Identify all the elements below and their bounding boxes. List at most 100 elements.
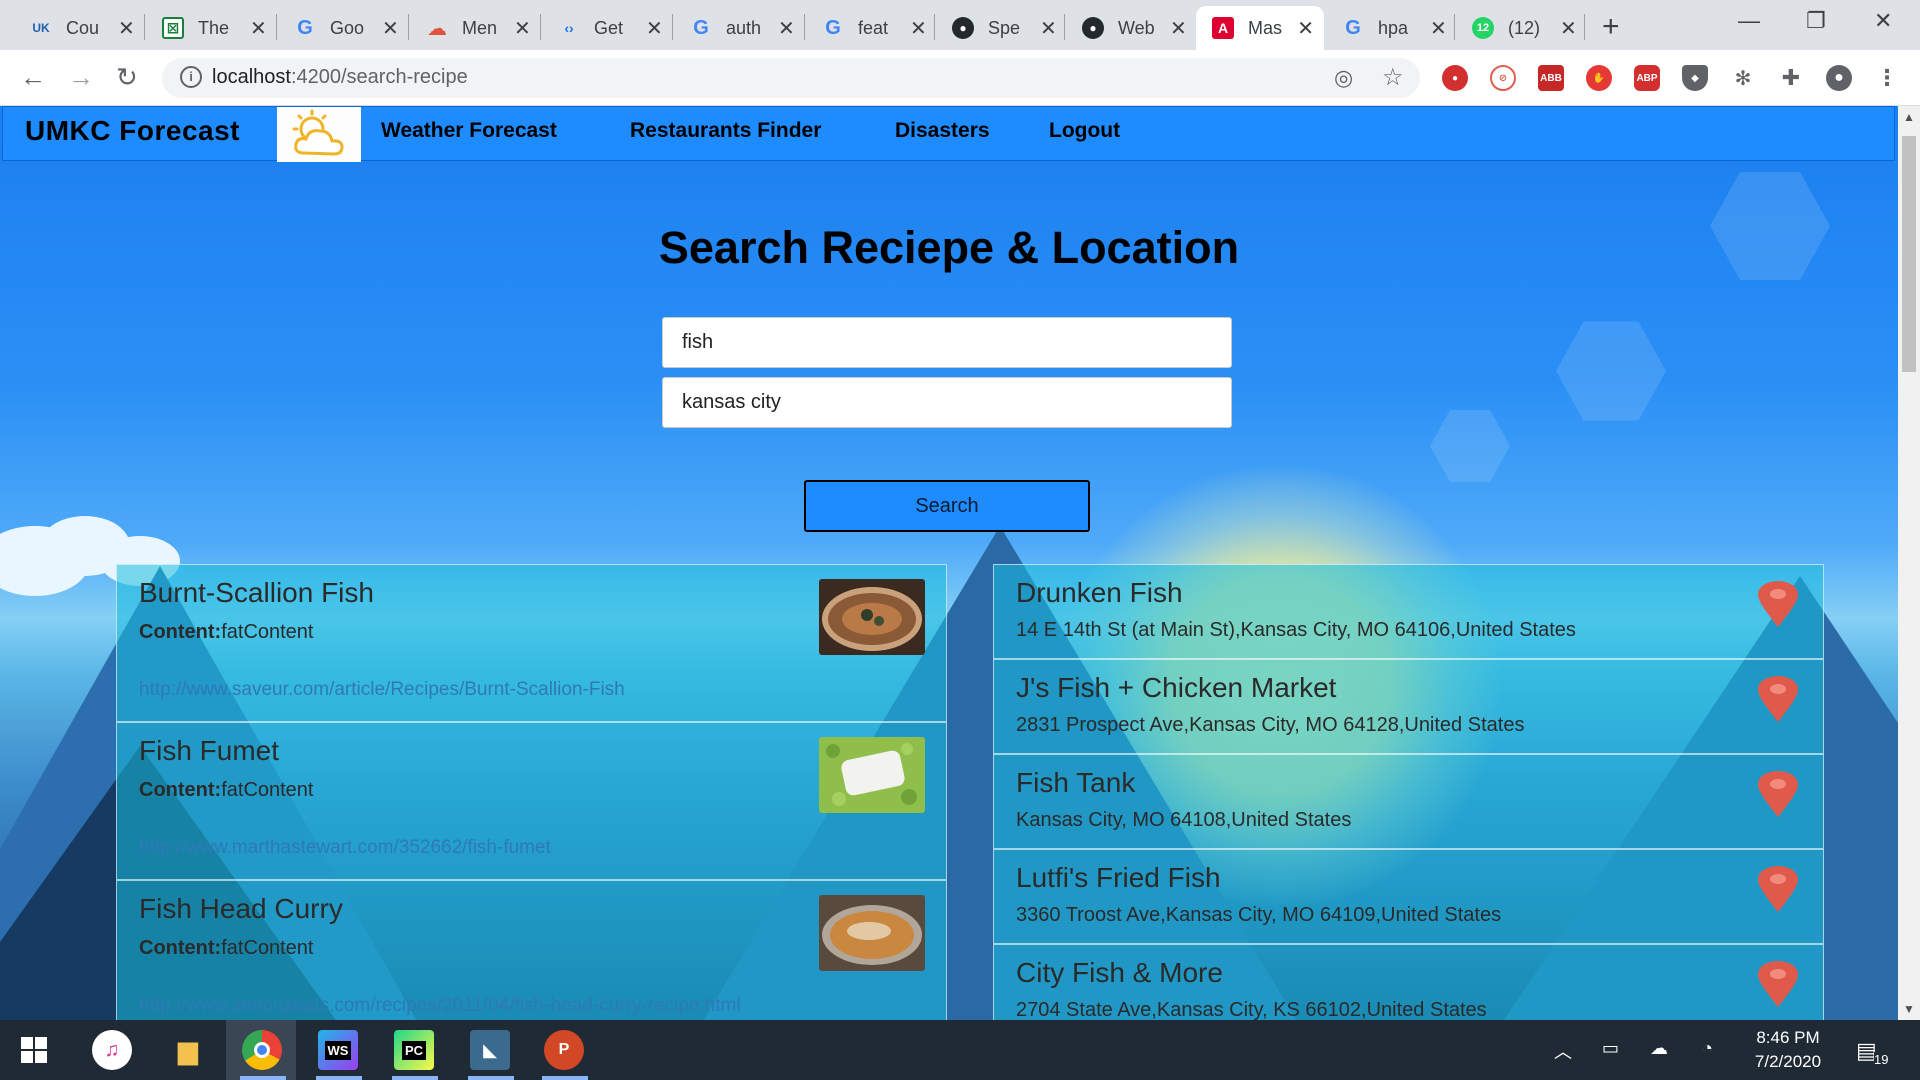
powerpoint-icon[interactable]: P bbox=[544, 1030, 584, 1070]
info-icon[interactable]: i bbox=[180, 66, 202, 88]
recipe-card[interactable]: Fish Fumet Content:fatContent http://www… bbox=[116, 722, 947, 880]
browser-tab-active[interactable]: A Mas ✕ bbox=[1196, 6, 1324, 50]
restore-button[interactable]: ❐ bbox=[1806, 8, 1826, 34]
nav-disasters[interactable]: Disasters bbox=[895, 119, 990, 143]
new-tab-button[interactable]: + bbox=[1602, 10, 1620, 44]
browser-tab[interactable]: G auth ✕ bbox=[674, 6, 805, 50]
map-pin-icon[interactable] bbox=[1756, 674, 1800, 724]
recipe-search-input[interactable]: fish bbox=[662, 317, 1232, 368]
browser-tab[interactable]: ☁ Men ✕ bbox=[410, 6, 541, 50]
whatsapp-icon: 12 bbox=[1472, 17, 1494, 39]
close-window-button[interactable]: ✕ bbox=[1874, 8, 1892, 34]
adblock-icon[interactable]: ABB bbox=[1538, 65, 1564, 91]
map-pin-icon[interactable] bbox=[1756, 864, 1800, 914]
bug-icon[interactable]: ✻ bbox=[1730, 65, 1756, 91]
close-icon[interactable]: ✕ bbox=[1170, 16, 1187, 41]
browser-tab[interactable]: UK Cou ✕ bbox=[14, 6, 145, 50]
scroll-up-arrow-icon[interactable]: ▲ bbox=[1903, 110, 1915, 124]
page-title: Search Reciepe & Location bbox=[658, 222, 1240, 273]
close-icon[interactable]: ✕ bbox=[1430, 16, 1447, 41]
hexagon-decoration bbox=[1556, 321, 1666, 421]
place-name: City Fish & More bbox=[1016, 957, 1223, 988]
place-card[interactable]: Fish Tank Kansas City, MO 64108,United S… bbox=[993, 754, 1824, 849]
map-pin-icon[interactable] bbox=[1756, 959, 1800, 1009]
recipe-card[interactable]: Fish Head Curry Content:fatContent http:… bbox=[116, 880, 947, 1020]
url-text[interactable]: localhost:4200/search-recipe bbox=[212, 66, 468, 89]
nav-logout[interactable]: Logout bbox=[1049, 119, 1120, 143]
webstorm-icon[interactable]: WS bbox=[318, 1030, 358, 1070]
place-name: Fish Tank bbox=[1016, 767, 1136, 798]
weather-cloud-icon[interactable]: ☁ bbox=[1650, 1038, 1668, 1059]
close-icon[interactable]: ✕ bbox=[646, 16, 663, 41]
extension-icon[interactable]: ✋ bbox=[1586, 65, 1612, 91]
scroll-down-arrow-icon[interactable]: ▼ bbox=[1903, 1002, 1915, 1016]
extension-icon[interactable]: ● bbox=[1442, 65, 1468, 91]
browser-tab[interactable]: G Goo ✕ bbox=[278, 6, 409, 50]
code-icon: ‹› bbox=[564, 20, 574, 36]
recipe-image bbox=[819, 579, 925, 655]
brand-title[interactable]: UMKC Forecast bbox=[25, 115, 240, 147]
wifi-icon[interactable]: ◔ bbox=[1702, 1038, 1713, 1059]
forward-arrow-icon[interactable]: → bbox=[68, 62, 94, 93]
location-target-icon[interactable]: ◎ bbox=[1334, 65, 1353, 91]
close-icon[interactable]: ✕ bbox=[910, 16, 927, 41]
recipe-link[interactable]: http://www.seriouseats.com/recipes/2011/… bbox=[139, 995, 741, 1017]
browser-tab[interactable]: G hpa ✕ bbox=[1326, 6, 1457, 50]
page-scrollbar[interactable]: ▲ ▼ bbox=[1898, 106, 1920, 1020]
mysql-workbench-icon[interactable]: ◣ bbox=[470, 1030, 510, 1070]
place-card[interactable]: City Fish & More 2704 State Ave,Kansas C… bbox=[993, 944, 1824, 1020]
close-icon[interactable]: ✕ bbox=[250, 16, 267, 41]
system-clock[interactable]: 8:46 PM 7/2/2020 bbox=[1738, 1026, 1838, 1074]
bookmark-star-icon[interactable]: ☆ bbox=[1382, 63, 1404, 92]
close-icon[interactable]: ✕ bbox=[1040, 16, 1057, 41]
close-icon[interactable]: ✕ bbox=[118, 16, 135, 41]
search-button[interactable]: Search bbox=[804, 480, 1090, 532]
pycharm-icon[interactable]: PC bbox=[394, 1030, 434, 1070]
profile-avatar-icon[interactable]: ● bbox=[1826, 65, 1852, 91]
place-address: 3360 Troost Ave,Kansas City, MO 64109,Un… bbox=[1016, 904, 1502, 926]
back-arrow-icon[interactable]: ← bbox=[20, 62, 46, 93]
scrollbar-thumb[interactable] bbox=[1902, 136, 1916, 372]
tray-chevron-up-icon[interactable]: ︿ bbox=[1554, 1038, 1572, 1064]
map-pin-icon[interactable] bbox=[1756, 579, 1800, 629]
close-icon[interactable]: ✕ bbox=[1560, 16, 1577, 41]
map-pin-icon[interactable] bbox=[1756, 769, 1800, 819]
place-card[interactable]: J's Fish + Chicken Market 2831 Prospect … bbox=[993, 659, 1824, 754]
windows-start-icon[interactable] bbox=[14, 1030, 54, 1070]
minimize-button[interactable]: — bbox=[1738, 8, 1760, 34]
browser-tab[interactable]: ● Spe ✕ bbox=[936, 6, 1067, 50]
browser-tab[interactable]: ● Web ✕ bbox=[1066, 6, 1197, 50]
place-card[interactable]: Drunken Fish 14 E 14th St (at Main St),K… bbox=[993, 564, 1824, 659]
chrome-icon[interactable] bbox=[242, 1030, 282, 1070]
browser-tab[interactable]: 12 (12) ✕ bbox=[1456, 6, 1587, 50]
place-name: Lutfi's Fried Fish bbox=[1016, 862, 1221, 893]
close-icon[interactable]: ✕ bbox=[1297, 16, 1314, 41]
reload-icon[interactable]: ↻ bbox=[116, 62, 138, 93]
browser-tab[interactable]: G feat ✕ bbox=[806, 6, 937, 50]
address-bar[interactable]: i localhost:4200/search-recipe ◎ ☆ bbox=[162, 58, 1420, 98]
location-search-input[interactable]: kansas city bbox=[662, 377, 1232, 428]
close-icon[interactable]: ✕ bbox=[382, 16, 399, 41]
place-name: J's Fish + Chicken Market bbox=[1016, 672, 1337, 703]
itunes-icon[interactable]: ♫ bbox=[92, 1030, 132, 1070]
abp-icon[interactable]: ABP bbox=[1634, 65, 1660, 91]
recipe-link[interactable]: http://www.marthastewart.com/352662/fish… bbox=[139, 837, 551, 859]
recipe-link[interactable]: http://www.saveur.com/article/Recipes/Bu… bbox=[139, 679, 625, 701]
extension-icon[interactable]: ⊘ bbox=[1490, 65, 1516, 91]
meetup-icon: ☁ bbox=[427, 17, 447, 40]
battery-icon[interactable]: ▭ bbox=[1602, 1038, 1619, 1059]
browser-tab[interactable]: ‹› Get ✕ bbox=[542, 6, 673, 50]
close-icon[interactable]: ✕ bbox=[514, 16, 531, 41]
recipe-card[interactable]: Burnt-Scallion Fish Content:fatContent h… bbox=[116, 564, 947, 722]
browser-tab-strip: UK Cou ✕ ⊠ The ✕ G Goo ✕ ☁ Men ✕ ‹› Get … bbox=[0, 0, 1920, 50]
close-icon[interactable]: ✕ bbox=[778, 16, 795, 41]
file-explorer-icon[interactable]: ▆ bbox=[168, 1030, 208, 1070]
menu-dots-icon[interactable]: ⋮ bbox=[1874, 65, 1900, 91]
browser-tab[interactable]: ⊠ The ✕ bbox=[146, 6, 277, 50]
extensions-puzzle-icon[interactable]: ✚ bbox=[1778, 65, 1804, 91]
nav-restaurants-finder[interactable]: Restaurants Finder bbox=[630, 119, 821, 143]
sun-cloud-logo-icon bbox=[277, 107, 361, 162]
nav-weather-forecast[interactable]: Weather Forecast bbox=[381, 119, 557, 143]
shield-icon[interactable]: ◆ bbox=[1682, 65, 1708, 91]
place-card[interactable]: Lutfi's Fried Fish 3360 Troost Ave,Kansa… bbox=[993, 849, 1824, 944]
